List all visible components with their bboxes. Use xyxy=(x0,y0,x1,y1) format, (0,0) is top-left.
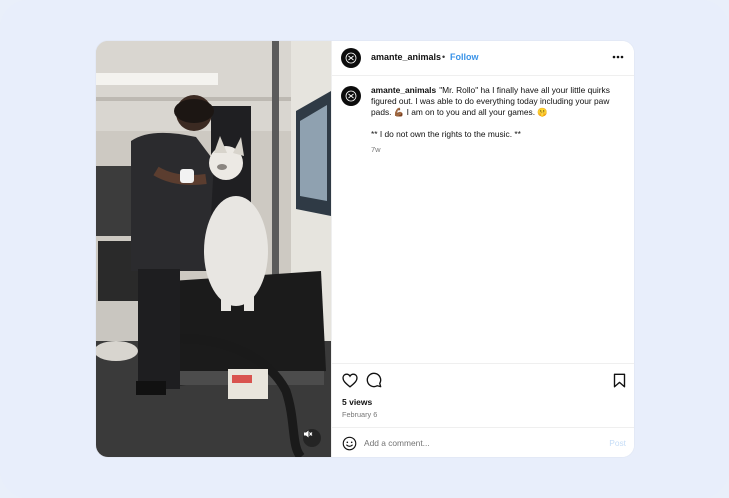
mute-toggle-button[interactable] xyxy=(303,429,321,447)
brand-logo-icon xyxy=(345,52,357,64)
post-age: 7w xyxy=(371,145,381,154)
page-background: amante_animals • Follow amante_animals "… xyxy=(0,0,729,498)
more-horizontal-icon xyxy=(612,55,624,59)
avatar[interactable] xyxy=(341,48,361,68)
action-bar: 5 views February 6 xyxy=(332,363,634,428)
comment-bubble-icon xyxy=(366,372,382,388)
comment-button[interactable] xyxy=(365,371,383,389)
comment-bar: Post xyxy=(332,427,634,457)
post-video[interactable] xyxy=(96,41,331,457)
like-button[interactable] xyxy=(341,371,359,389)
post-header: amante_animals • Follow xyxy=(332,41,634,76)
caption-note: ** I do not own the rights to the music.… xyxy=(371,129,521,139)
post-card: amante_animals • Follow amante_animals "… xyxy=(96,41,634,457)
follow-button[interactable]: Follow xyxy=(450,52,479,62)
smiley-icon xyxy=(342,436,356,450)
comment-input[interactable] xyxy=(364,434,594,452)
caption-text: amante_animals "Mr. Rollo" ha I finally h… xyxy=(371,85,623,140)
video-frame-illustration xyxy=(96,41,331,457)
post-comment-button[interactable]: Post xyxy=(609,438,626,448)
caption-username[interactable]: amante_animals xyxy=(371,85,436,95)
post-date: February 6 xyxy=(342,410,378,419)
heart-icon xyxy=(342,372,358,388)
emoji-picker-button[interactable] xyxy=(341,435,357,451)
post-details-panel: amante_animals • Follow amante_animals "… xyxy=(331,41,634,457)
muted-speaker-icon xyxy=(304,430,313,438)
bookmark-icon xyxy=(613,373,625,387)
view-count[interactable]: 5 views xyxy=(342,397,372,407)
caption-avatar[interactable] xyxy=(341,86,361,106)
author-username[interactable]: amante_animals xyxy=(371,52,441,62)
separator-dot: • xyxy=(442,52,446,62)
save-button[interactable] xyxy=(610,371,628,389)
brand-logo-icon xyxy=(345,90,357,102)
more-options-button[interactable] xyxy=(611,50,625,64)
